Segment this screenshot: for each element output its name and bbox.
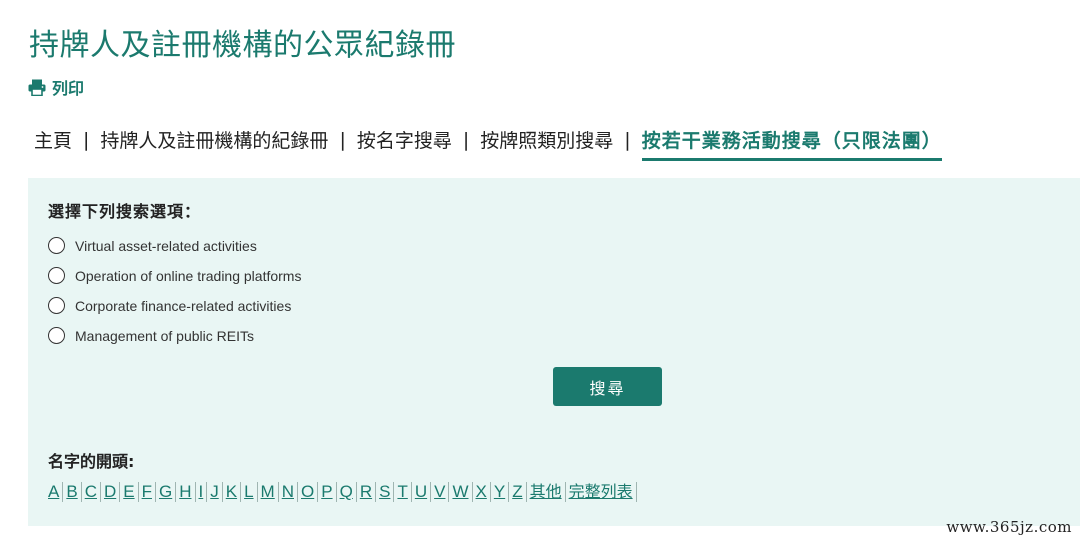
- page-title: 持牌人及註冊機構的公眾紀錄冊: [29, 28, 456, 64]
- letter-link-c[interactable]: C: [82, 482, 101, 502]
- watermark: www.365jz.com: [946, 518, 1072, 536]
- letter-link-s[interactable]: S: [376, 482, 395, 502]
- letter-link-l[interactable]: L: [241, 482, 258, 502]
- letter-link-m[interactable]: M: [258, 482, 279, 502]
- letter-link-b[interactable]: B: [63, 482, 82, 502]
- print-link[interactable]: 列印: [28, 75, 84, 99]
- breadcrumb-register[interactable]: 持牌人及註冊機構的紀錄冊: [100, 126, 328, 153]
- breadcrumb-separator: |: [462, 128, 470, 151]
- printer-icon: [28, 79, 46, 96]
- option-corporate-finance[interactable]: Corporate finance-related activities: [48, 297, 291, 314]
- page: 持牌人及註冊機構的公眾紀錄冊 列印 主頁 | 持牌人及註冊機構的紀錄冊 | 按名…: [0, 0, 1080, 542]
- breadcrumb-separator: |: [83, 128, 90, 151]
- radio-button[interactable]: [48, 297, 65, 314]
- alphabet-heading: 名字的開頭:: [48, 452, 135, 471]
- letter-link-w[interactable]: W: [449, 482, 473, 502]
- option-label: Operation of online trading platforms: [75, 267, 302, 284]
- option-public-reits[interactable]: Management of public REITs: [48, 327, 254, 344]
- breadcrumb-home[interactable]: 主頁: [34, 126, 72, 153]
- alphabet-list: A B C D E F G H I J K L M N O P Q R S T U V W X Y Z 其他 完整列表: [48, 482, 637, 502]
- letter-link-g[interactable]: G: [156, 482, 177, 502]
- letter-link-other[interactable]: 其他: [527, 482, 566, 502]
- letter-link-o[interactable]: O: [298, 482, 319, 502]
- breadcrumb-separator: |: [339, 128, 346, 151]
- letter-link-y[interactable]: Y: [491, 482, 510, 502]
- letter-link-d[interactable]: D: [101, 482, 121, 502]
- search-button[interactable]: 搜尋: [553, 367, 662, 406]
- search-panel: 選擇下列搜索選項： Virtual asset-related activiti…: [28, 178, 1080, 526]
- radio-button[interactable]: [48, 327, 65, 344]
- option-online-trading[interactable]: Operation of online trading platforms: [48, 267, 301, 284]
- radio-button[interactable]: [48, 237, 65, 254]
- option-virtual-asset[interactable]: Virtual asset-related activities: [48, 237, 257, 254]
- full-list-link[interactable]: 完整列表: [566, 482, 637, 502]
- letter-link-i[interactable]: I: [196, 482, 208, 502]
- letter-link-t[interactable]: T: [394, 482, 412, 502]
- breadcrumb: 主頁 | 持牌人及註冊機構的紀錄冊 | 按名字搜尋 | 按牌照類別搜尋 | 按若…: [34, 118, 942, 161]
- option-label: Corporate finance-related activities: [75, 297, 292, 314]
- letter-link-v[interactable]: V: [431, 482, 450, 502]
- breadcrumb-separator: |: [624, 128, 631, 151]
- radio-button[interactable]: [48, 267, 65, 284]
- letter-link-u[interactable]: U: [412, 482, 432, 502]
- breadcrumb-search-by-name[interactable]: 按名字搜尋: [357, 126, 452, 153]
- letter-link-k[interactable]: K: [223, 482, 242, 502]
- letter-link-r[interactable]: R: [357, 482, 377, 502]
- letter-link-h[interactable]: H: [176, 482, 196, 502]
- options-heading: 選擇下列搜索選項：: [48, 202, 202, 221]
- breadcrumb-search-by-activity[interactable]: 按若干業務活動搜尋（只限法團）: [641, 126, 942, 161]
- letter-link-p[interactable]: P: [318, 482, 337, 502]
- letter-link-a[interactable]: A: [48, 482, 64, 502]
- letter-link-x[interactable]: X: [473, 482, 491, 502]
- letter-link-q[interactable]: Q: [337, 482, 357, 502]
- option-label: Management of public REITs: [75, 327, 254, 344]
- letter-link-j[interactable]: J: [207, 482, 223, 502]
- letter-link-n[interactable]: N: [279, 482, 298, 502]
- letter-link-z[interactable]: Z: [509, 482, 527, 502]
- letter-link-e[interactable]: E: [120, 482, 139, 502]
- breadcrumb-search-by-licence-type[interactable]: 按牌照類別搜尋: [480, 126, 613, 153]
- letter-link-f[interactable]: F: [139, 482, 156, 502]
- print-label: 列印: [52, 79, 85, 98]
- option-label: Virtual asset-related activities: [75, 237, 257, 254]
